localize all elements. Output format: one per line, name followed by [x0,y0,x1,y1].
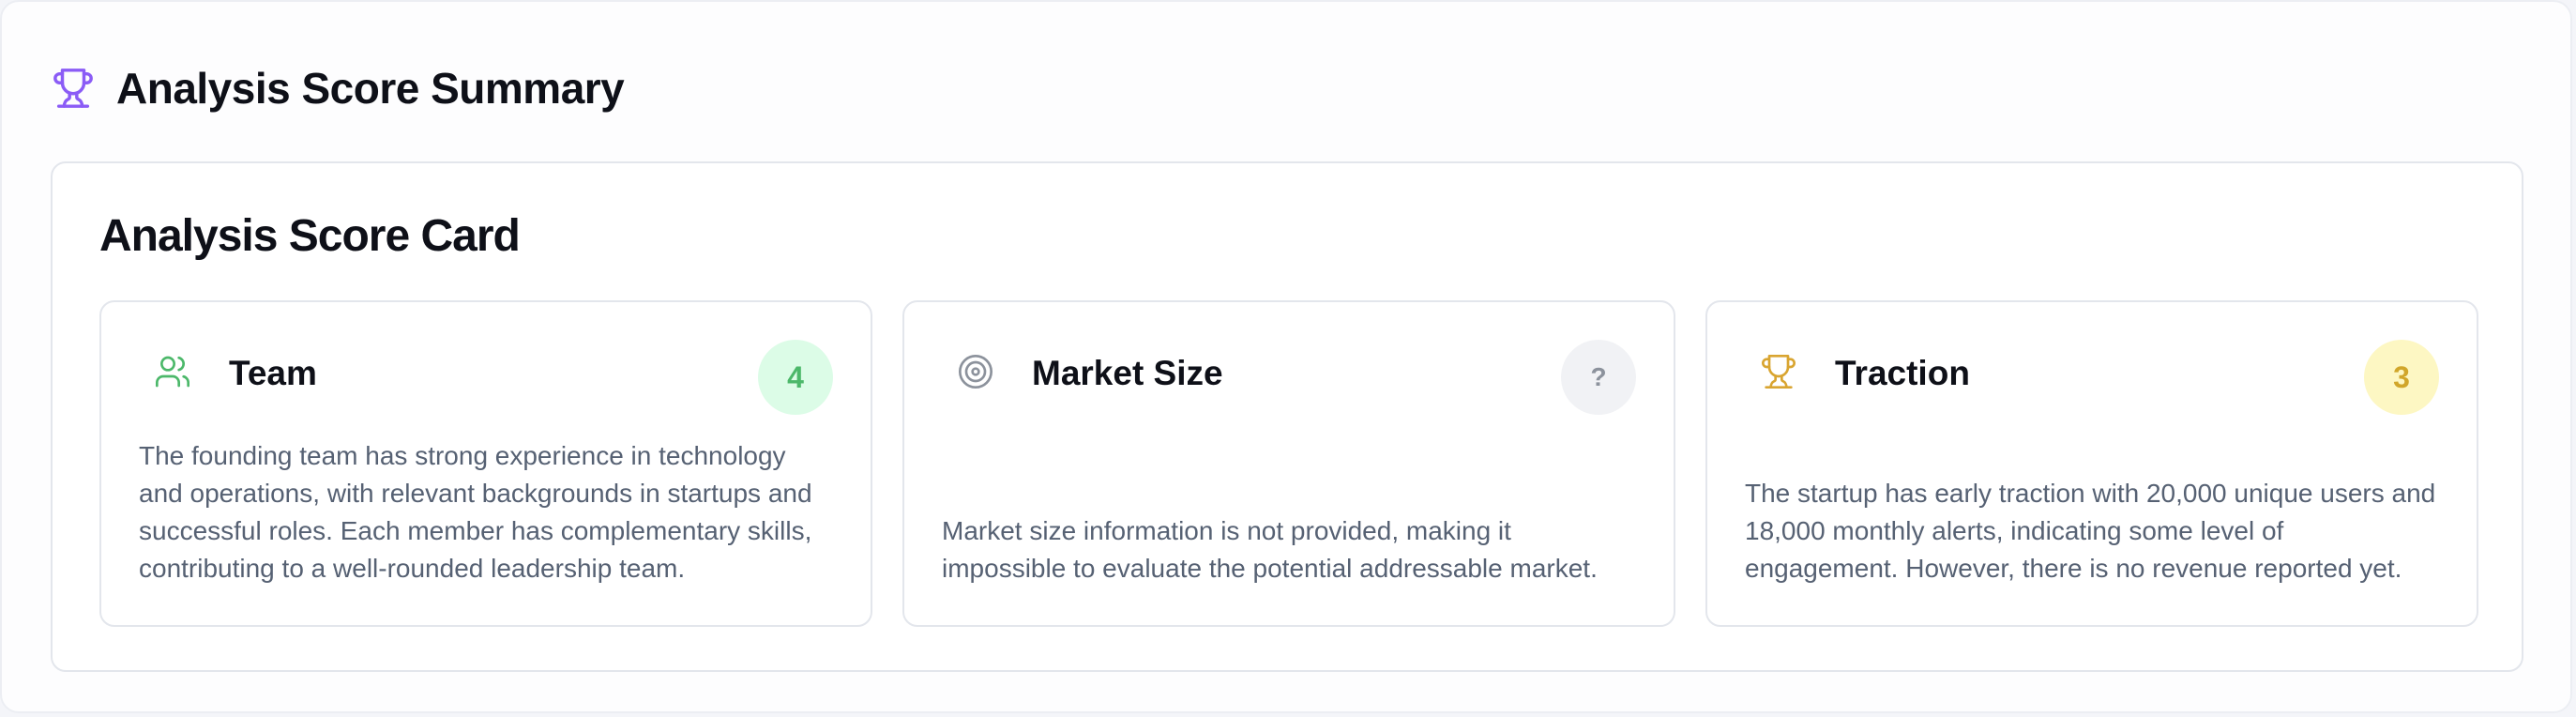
category-description-team: The founding team has strong experience … [139,441,812,583]
summary-header: Analysis Score Summary [51,60,625,116]
category-title-traction: Traction [1835,354,1970,392]
analysis-score-card: Analysis Score Card Team 4 The founding … [51,161,2523,672]
trophy-icon [51,66,96,111]
page-title: Analysis Score Summary [116,64,625,113]
score-badge-traction: 3 [2364,340,2439,415]
category-description-market-size: Market size information is not provided,… [942,516,1598,583]
target-icon [955,351,996,392]
card-title: Analysis Score Card [99,211,521,261]
category-description-traction: The startup has early traction with 20,0… [1745,479,2436,583]
score-box-traction: Traction 3 The startup has early tractio… [1705,300,2478,627]
category-title-market-size: Market Size [1032,354,1223,392]
category-title-team: Team [229,354,317,392]
users-icon [152,351,193,392]
score-box-market-size: Market Size ? Market size information is… [902,300,1675,627]
score-badge-market-size: ? [1561,340,1636,415]
score-box-team: Team 4 The founding team has strong expe… [99,300,872,627]
trophy-icon [1758,351,1799,392]
score-summary-panel: Analysis Score Summary Analysis Score Ca… [0,0,2572,713]
score-badge-team: 4 [758,340,833,415]
